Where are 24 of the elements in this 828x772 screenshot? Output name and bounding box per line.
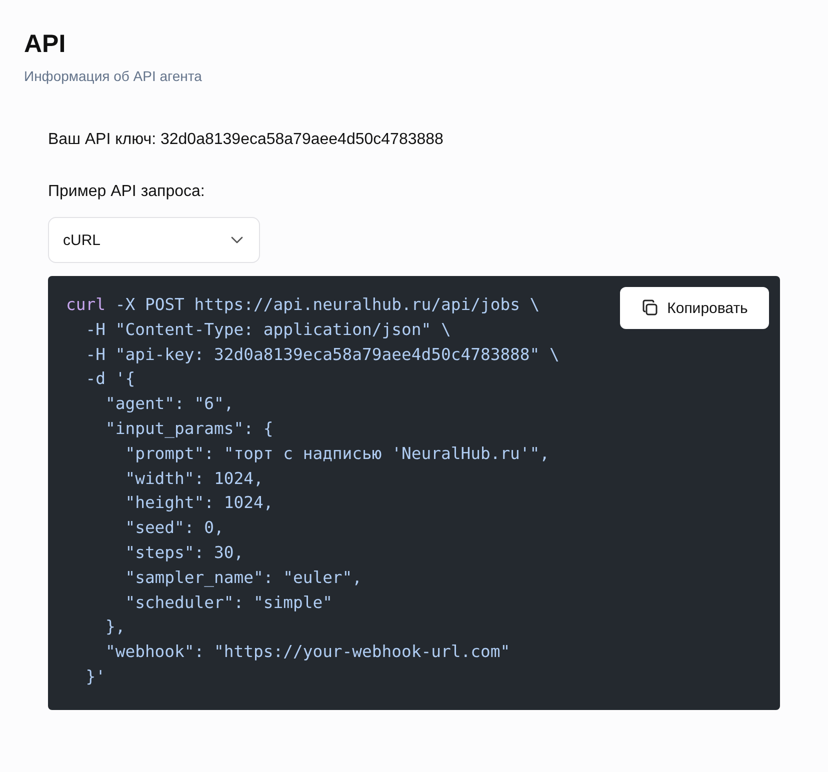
page-subtitle: Информация об API агента [24,67,203,86]
code-line: }' [84,666,106,688]
code-line: "width": 1024, [124,468,264,490]
chevron-down-icon [231,236,243,244]
code-line: -H "api-key: 32d0a8139eca58a79aee4d50c4783888" \ [84,344,560,366]
code-line: -d '{ [84,368,136,390]
request-example-label: Пример API запроса: [48,182,206,202]
api-key-text: Ваш API ключ: 32d0a8139eca58a79aee4d50c4783888 [48,130,444,150]
page-title: API [24,29,67,60]
copy-icon [641,299,660,317]
code-line: "input_params": { [104,418,274,440]
copy-button[interactable]: Копировать [620,287,769,329]
code-line: "webhook": "https://your-webhook-url.com" [104,641,510,664]
code-line: -H "Content-Type: application/json" \ [84,318,451,341]
code-line: "sampler_name": "euler", [124,566,362,589]
code-line: }, [104,616,126,638]
code-line: "steps": 30, [124,542,244,564]
code-line: "height": 1024, [124,492,274,514]
code-line: "seed": 0, [124,517,224,540]
language-select[interactable]: cURL [48,217,260,263]
code-line: "prompt": "торт с надписью 'NeuralHub.ru'", [124,442,550,465]
code-line: "scheduler": "simple" [124,592,332,614]
code-line: curl -X POST https://api.neuralhub.ru/api/jobs \ [66,294,540,316]
code-line: "agent": "6", [104,393,234,416]
